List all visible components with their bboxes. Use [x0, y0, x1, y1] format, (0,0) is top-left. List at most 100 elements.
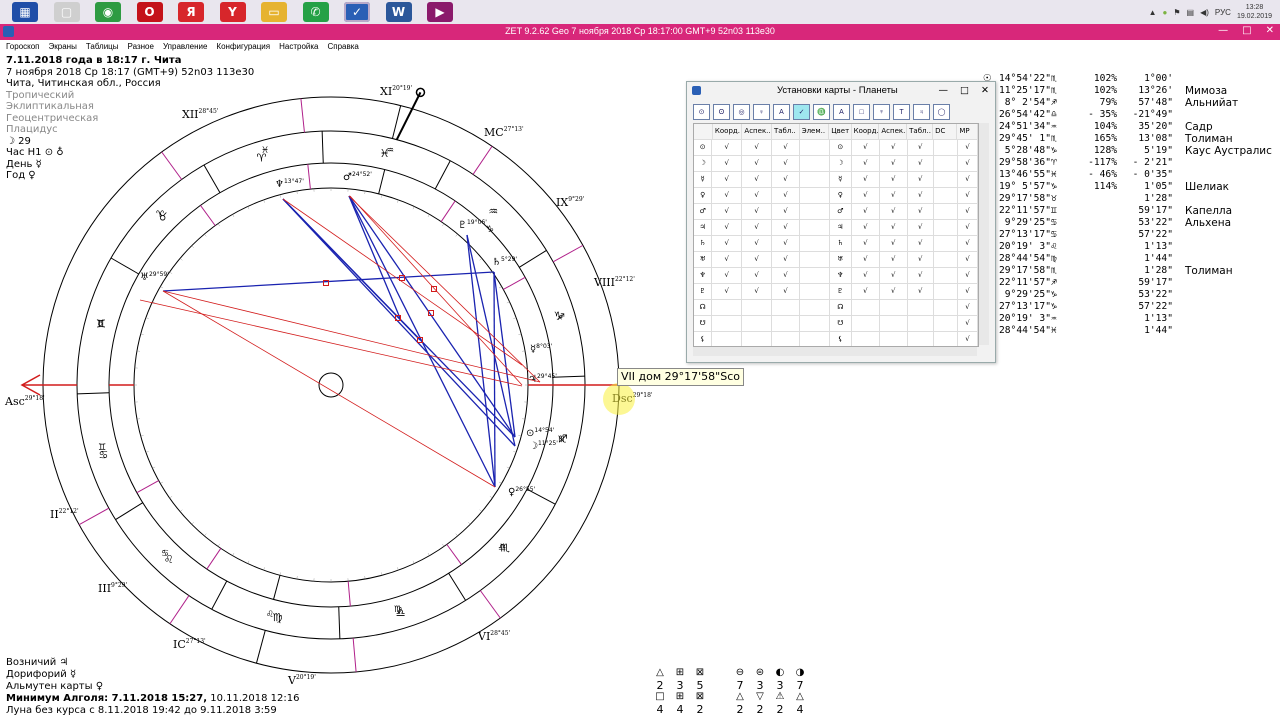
grid-checkbox-cell[interactable]: ☿: [830, 172, 852, 187]
grid-checkbox-cell[interactable]: [800, 236, 830, 251]
grid-checkbox-cell[interactable]: √: [772, 268, 800, 283]
grid-checkbox-cell[interactable]: [772, 316, 800, 331]
grid-checkbox-cell[interactable]: [934, 332, 958, 346]
grid-checkbox-cell[interactable]: √: [880, 236, 908, 251]
grid-column-header[interactable]: Коорд.: [712, 124, 743, 139]
grid-checkbox-cell[interactable]: [800, 332, 830, 346]
grid-checkbox-cell[interactable]: √: [852, 284, 880, 299]
grid-column-header[interactable]: [694, 124, 713, 139]
grid-checkbox-cell[interactable]: √: [908, 252, 934, 267]
grid-checkbox-cell[interactable]: √: [880, 268, 908, 283]
grid-checkbox-cell[interactable]: [934, 172, 958, 187]
grid-checkbox-cell[interactable]: √: [958, 268, 978, 283]
grid-checkbox-cell[interactable]: √: [908, 236, 934, 251]
grid-checkbox-cell[interactable]: [934, 140, 958, 155]
grid-checkbox-cell[interactable]: √: [908, 204, 934, 219]
grid-checkbox-cell[interactable]: ♅: [830, 252, 852, 267]
grid-checkbox-cell[interactable]: [712, 332, 743, 346]
grid-checkbox-cell[interactable]: √: [742, 188, 772, 203]
grid-checkbox-cell[interactable]: [800, 172, 830, 187]
grid-checkbox-cell[interactable]: √: [908, 188, 934, 203]
grid-checkbox-cell[interactable]: √: [742, 236, 772, 251]
grid-checkbox-cell[interactable]: [742, 332, 772, 346]
grid-checkbox-cell[interactable]: √: [852, 188, 880, 203]
grid-checkbox-cell[interactable]: √: [712, 284, 743, 299]
grid-checkbox-cell[interactable]: [908, 300, 934, 315]
grid-checkbox-cell[interactable]: √: [958, 172, 978, 187]
grid-checkbox-cell[interactable]: ☊: [830, 300, 852, 315]
grid-checkbox-cell[interactable]: √: [958, 220, 978, 235]
grid-checkbox-cell[interactable]: ⊙: [830, 140, 852, 155]
grid-checkbox-cell[interactable]: [852, 332, 880, 346]
dialog-tool-button[interactable]: A: [833, 104, 850, 120]
grid-column-header[interactable]: Табл..: [907, 124, 934, 139]
grid-checkbox-cell[interactable]: √: [958, 140, 978, 155]
grid-column-header[interactable]: DC: [933, 124, 958, 139]
grid-checkbox-cell[interactable]: [800, 268, 830, 283]
dialog-tool-button[interactable]: T: [893, 104, 910, 120]
grid-checkbox-cell[interactable]: √: [880, 220, 908, 235]
dialog-tool-button[interactable]: ✓: [793, 104, 810, 120]
grid-checkbox-cell[interactable]: ♀: [830, 188, 852, 203]
grid-checkbox-cell[interactable]: √: [712, 252, 743, 267]
grid-checkbox-cell[interactable]: [934, 156, 958, 171]
grid-checkbox-cell[interactable]: [852, 316, 880, 331]
dialog-tool-button[interactable]: ♆: [873, 104, 890, 120]
grid-checkbox-cell[interactable]: √: [908, 172, 934, 187]
grid-checkbox-cell[interactable]: ♆: [830, 268, 852, 283]
grid-checkbox-cell[interactable]: √: [712, 236, 743, 251]
grid-column-header[interactable]: Элем..: [799, 124, 830, 139]
grid-checkbox-cell[interactable]: √: [852, 220, 880, 235]
grid-checkbox-cell[interactable]: [934, 252, 958, 267]
grid-checkbox-cell[interactable]: ☋: [830, 316, 852, 331]
grid-checkbox-cell[interactable]: ♄: [830, 236, 852, 251]
grid-column-header[interactable]: МР: [957, 124, 978, 139]
grid-checkbox-cell[interactable]: [934, 236, 958, 251]
grid-checkbox-cell[interactable]: [772, 300, 800, 315]
dialog-tool-button[interactable]: ♃: [913, 104, 930, 120]
grid-checkbox-cell[interactable]: √: [742, 204, 772, 219]
grid-checkbox-cell[interactable]: √: [772, 236, 800, 251]
grid-checkbox-cell[interactable]: [880, 332, 908, 346]
grid-checkbox-cell[interactable]: √: [880, 252, 908, 267]
grid-checkbox-cell[interactable]: √: [742, 156, 772, 171]
grid-checkbox-cell[interactable]: √: [742, 284, 772, 299]
grid-checkbox-cell[interactable]: [800, 156, 830, 171]
grid-checkbox-cell[interactable]: [934, 268, 958, 283]
grid-checkbox-cell[interactable]: √: [958, 284, 978, 299]
grid-checkbox-cell[interactable]: [800, 220, 830, 235]
grid-checkbox-cell[interactable]: √: [958, 188, 978, 203]
grid-checkbox-cell[interactable]: √: [772, 252, 800, 267]
grid-checkbox-cell[interactable]: [934, 284, 958, 299]
grid-checkbox-cell[interactable]: [800, 316, 830, 331]
grid-checkbox-cell[interactable]: √: [908, 140, 934, 155]
dialog-minimize-button[interactable]: —: [939, 82, 949, 99]
grid-checkbox-cell[interactable]: [934, 300, 958, 315]
dialog-tool-button[interactable]: ◯: [933, 104, 950, 120]
grid-checkbox-cell[interactable]: √: [852, 172, 880, 187]
grid-checkbox-cell[interactable]: [772, 332, 800, 346]
grid-checkbox-cell[interactable]: √: [772, 172, 800, 187]
grid-vertical-scrollbar[interactable]: [979, 123, 989, 345]
dialog-tool-button[interactable]: ♎: [813, 104, 830, 120]
grid-checkbox-cell[interactable]: √: [908, 156, 934, 171]
grid-checkbox-cell[interactable]: √: [958, 252, 978, 267]
grid-checkbox-cell[interactable]: [800, 252, 830, 267]
grid-checkbox-cell[interactable]: [800, 188, 830, 203]
grid-column-header[interactable]: Аспек..: [742, 124, 772, 139]
grid-checkbox-cell[interactable]: [742, 316, 772, 331]
grid-checkbox-cell[interactable]: ⚸: [830, 332, 852, 346]
grid-checkbox-cell[interactable]: √: [712, 156, 743, 171]
grid-checkbox-cell[interactable]: √: [742, 140, 772, 155]
grid-checkbox-cell[interactable]: √: [742, 268, 772, 283]
grid-checkbox-cell[interactable]: [934, 204, 958, 219]
grid-checkbox-cell[interactable]: [712, 300, 743, 315]
grid-checkbox-cell[interactable]: √: [772, 284, 800, 299]
grid-checkbox-cell[interactable]: √: [908, 268, 934, 283]
grid-checkbox-cell[interactable]: √: [772, 140, 800, 155]
grid-column-header[interactable]: Аспек..: [879, 124, 908, 139]
grid-checkbox-cell[interactable]: √: [958, 332, 978, 346]
grid-checkbox-cell[interactable]: √: [880, 156, 908, 171]
dialog-tool-button[interactable]: ◎: [733, 104, 750, 120]
grid-checkbox-cell[interactable]: √: [880, 188, 908, 203]
